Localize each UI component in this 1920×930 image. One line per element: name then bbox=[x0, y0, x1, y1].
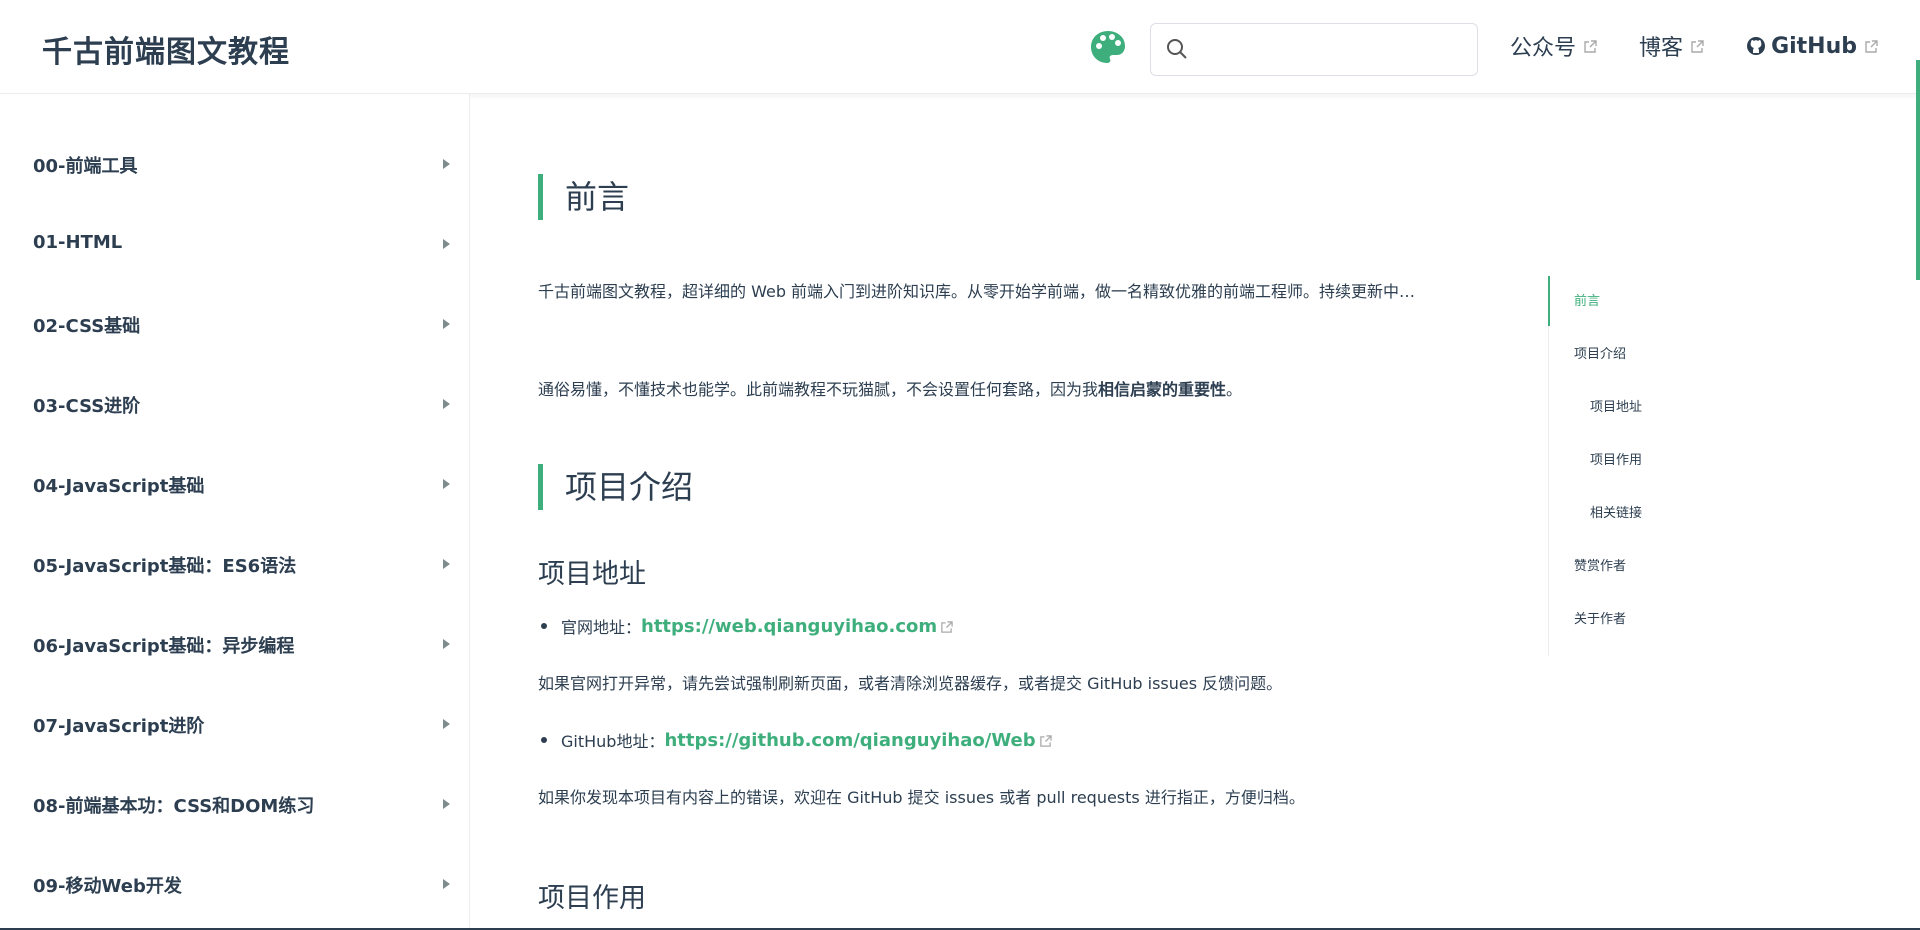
github-link[interactable]: https://github.com/qianguyihao/Web bbox=[664, 730, 1035, 751]
toc-item-project-address[interactable]: 项目地址 bbox=[1590, 396, 1642, 415]
sidebar-item-label: 00-前端工具 bbox=[33, 156, 138, 177]
github-label: GitHub地址： bbox=[561, 732, 665, 751]
bullet-dot bbox=[541, 623, 547, 629]
external-link-icon bbox=[1865, 40, 1878, 53]
scrollbar-thumb[interactable] bbox=[1916, 60, 1920, 280]
sidebar-item-label: 08-前端基本功：CSS和DOM练习 bbox=[33, 796, 315, 817]
toc-item-related-links[interactable]: 相关链接 bbox=[1590, 502, 1642, 521]
nav-link-github[interactable]: GitHub bbox=[1746, 34, 1878, 59]
main-content: 前言 千古前端图文教程，超详细的 Web 前端入门到进阶知识库。从零开始学前端，… bbox=[538, 94, 1478, 930]
toc-item-reward-author[interactable]: 赞赏作者 bbox=[1574, 555, 1626, 574]
note-paragraph: 通俗易懂，不懂技术也能学。此前端教程不玩猫腻，不会设置任何套路，因为我相信启蒙的… bbox=[538, 370, 1478, 410]
sidebar-item-label: 03-CSS进阶 bbox=[33, 396, 141, 417]
table-of-contents: 前言 项目介绍 项目地址 项目作用 相关链接 赞赏作者 关于作者 bbox=[1548, 276, 1748, 656]
nav-link-blog[interactable]: 博客 bbox=[1639, 30, 1704, 62]
caret-right-icon bbox=[443, 319, 450, 329]
site-title[interactable]: 千古前端图文教程 bbox=[42, 27, 290, 71]
caret-right-icon bbox=[443, 239, 450, 249]
external-link-icon bbox=[1039, 734, 1052, 747]
caret-right-icon bbox=[443, 879, 450, 889]
external-link-icon bbox=[941, 620, 953, 633]
sidebar-item-label: 06-JavaScript基础：异步编程 bbox=[33, 636, 295, 657]
site-link[interactable]: https://web.qianguyihao.com bbox=[641, 616, 937, 637]
nav-link-label: 公众号 bbox=[1510, 36, 1577, 61]
sidebar-item-label: 04-JavaScript基础 bbox=[33, 476, 205, 497]
list-item-site: 官网地址： https://web.qianguyihao.com bbox=[538, 614, 953, 638]
nav-link-wechat[interactable]: 公众号 bbox=[1510, 30, 1597, 62]
heading-project-intro: 项目介绍 bbox=[538, 464, 693, 510]
bullet-dot bbox=[541, 737, 547, 743]
external-link-icon bbox=[1691, 40, 1704, 53]
caret-right-icon bbox=[443, 479, 450, 489]
search-box[interactable] bbox=[1150, 23, 1478, 76]
caret-right-icon bbox=[443, 799, 450, 809]
search-icon bbox=[1167, 39, 1187, 59]
list-item-github: GitHub地址： https://github.com/qianguyihao… bbox=[538, 728, 1052, 752]
caret-right-icon bbox=[443, 399, 450, 409]
sidebar-item-mobile-web[interactable]: 09-移动Web开发 bbox=[0, 855, 469, 915]
sidebar-item-label: 02-CSS基础 bbox=[33, 316, 141, 337]
intro-paragraph: 千古前端图文教程，超详细的 Web 前端入门到进阶知识库。从零开始学前端，做一名… bbox=[538, 282, 1416, 301]
sidebar-item-label: 09-移动Web开发 bbox=[33, 876, 182, 897]
note-emphasis: 相信启蒙的重要性 bbox=[1098, 380, 1227, 399]
heading-preface: 前言 bbox=[538, 174, 629, 220]
toc-active-indicator bbox=[1548, 276, 1550, 326]
note-text: 通俗易懂，不懂技术也能学。此前端教程不玩猫腻，不会设置任何套路，因为我 bbox=[538, 380, 1099, 399]
note-text-end: 。 bbox=[1226, 380, 1243, 399]
site-label: 官网地址： bbox=[561, 618, 642, 637]
top-navbar: 千古前端图文教程 公众号 博客 GitHub bbox=[0, 0, 1920, 94]
github-icon bbox=[1747, 37, 1766, 55]
sidebar-item-css-basics[interactable]: 02-CSS基础 bbox=[0, 295, 469, 355]
sidebar-item-label: 07-JavaScript进阶 bbox=[33, 716, 205, 737]
toc-item-project-use[interactable]: 项目作用 bbox=[1590, 449, 1642, 468]
sidebar-item-html[interactable]: 01-HTML bbox=[0, 215, 469, 275]
sidebar-item-css-advanced[interactable]: 03-CSS进阶 bbox=[0, 375, 469, 435]
palette-icon[interactable] bbox=[1090, 30, 1126, 64]
sidebar-item-js-advanced[interactable]: 07-JavaScript进阶 bbox=[0, 695, 469, 755]
sidebar-item-js-basics[interactable]: 04-JavaScript基础 bbox=[0, 455, 469, 515]
caret-right-icon bbox=[443, 639, 450, 649]
caret-right-icon bbox=[443, 719, 450, 729]
sidebar-item-js-es6[interactable]: 05-JavaScript基础：ES6语法 bbox=[0, 535, 469, 595]
site-note-paragraph: 如果官网打开异常，请先尝试强制刷新页面，或者清除浏览器缓存，或者提交 GitHu… bbox=[538, 674, 1283, 693]
external-link-icon bbox=[1584, 40, 1597, 53]
nav-link-label: 博客 bbox=[1639, 36, 1684, 61]
toc-item-preface[interactable]: 前言 bbox=[1574, 290, 1600, 309]
sidebar-item-tools[interactable]: 00-前端工具 bbox=[0, 135, 469, 195]
sidebar-item-label: 05-JavaScript基础：ES6语法 bbox=[33, 556, 297, 577]
heading-project-use: 项目作用 bbox=[538, 883, 646, 914]
toc-item-project-intro[interactable]: 项目介绍 bbox=[1574, 343, 1626, 362]
sidebar-item-js-async[interactable]: 06-JavaScript基础：异步编程 bbox=[0, 615, 469, 675]
github-note-paragraph: 如果你发现本项目有内容上的错误，欢迎在 GitHub 提交 issues 或者 … bbox=[538, 788, 1305, 807]
search-input[interactable] bbox=[1197, 32, 1467, 68]
sidebar-item-label: 01-HTML bbox=[33, 232, 123, 253]
nav-links: 公众号 博客 GitHub bbox=[1510, 30, 1878, 62]
caret-right-icon bbox=[443, 559, 450, 569]
sidebar-item-css-dom[interactable]: 08-前端基本功：CSS和DOM练习 bbox=[0, 775, 469, 835]
caret-right-icon bbox=[443, 159, 450, 169]
toc-item-about-author[interactable]: 关于作者 bbox=[1574, 608, 1626, 627]
heading-project-address: 项目地址 bbox=[538, 559, 646, 590]
nav-link-label: GitHub bbox=[1771, 33, 1857, 59]
sidebar: 00-前端工具 01-HTML 02-CSS基础 03-CSS进阶 04-Jav… bbox=[0, 94, 470, 930]
